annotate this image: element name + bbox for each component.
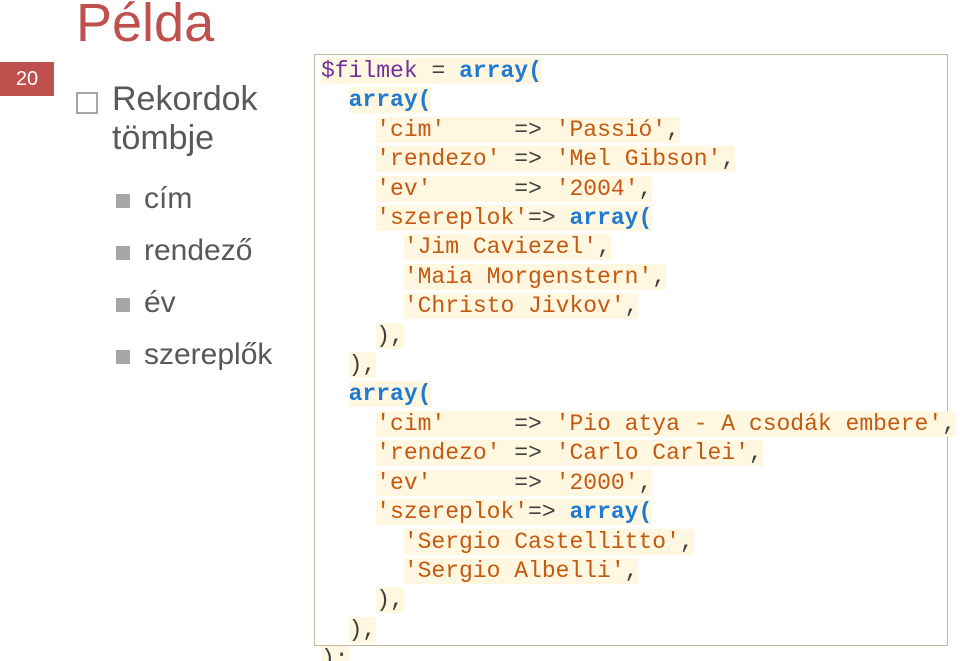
code-keyword: array( bbox=[569, 205, 652, 231]
code-keyword: array( bbox=[349, 87, 432, 113]
code-key: 'ev' bbox=[376, 176, 431, 202]
slide: Példa 20 Rekordok tömbje cím rendező év … bbox=[0, 0, 960, 661]
code-close: ), bbox=[376, 587, 404, 613]
bullet-level2: cím bbox=[116, 182, 306, 216]
code-close: ), bbox=[349, 617, 377, 643]
filled-square-bullet-icon bbox=[116, 298, 130, 312]
code-key: 'szereplok' bbox=[376, 205, 528, 231]
bullet-level2-text: cím bbox=[144, 182, 192, 216]
code-value: '2004' bbox=[556, 176, 639, 202]
slide-number-badge: 20 bbox=[0, 62, 54, 96]
code-value: 'Pio atya - A csodák embere' bbox=[556, 411, 942, 437]
filled-square-bullet-icon bbox=[116, 246, 130, 260]
code-arrow: => bbox=[528, 499, 556, 525]
code-keyword: array( bbox=[569, 499, 652, 525]
bullet-level2-text: szereplők bbox=[144, 338, 272, 372]
code-value: 'Carlo Carlei' bbox=[556, 440, 749, 466]
code-value: 'Sergio Albelli' bbox=[404, 558, 625, 584]
code-pre: $filmek = array( array( 'cim' => 'Passió… bbox=[321, 57, 941, 661]
code-key: 'rendezo' bbox=[376, 146, 500, 172]
code-keyword: array( bbox=[349, 381, 432, 407]
code-arrow: => bbox=[514, 411, 542, 437]
filled-square-bullet-icon bbox=[116, 350, 130, 364]
code-arrow: => bbox=[528, 205, 556, 231]
code-key: 'cim' bbox=[376, 411, 445, 437]
code-value: 'Passió' bbox=[556, 117, 666, 143]
bullet-level1: Rekordok tömbje bbox=[76, 80, 306, 158]
code-close: ), bbox=[349, 352, 377, 378]
code-value: 'Sergio Castellitto' bbox=[404, 529, 680, 555]
code-arrow: => bbox=[514, 470, 542, 496]
code-value: 'Maia Morgenstern' bbox=[404, 264, 652, 290]
page-title: Példa bbox=[76, 0, 214, 54]
code-key: 'szereplok' bbox=[376, 499, 528, 525]
bullet-level2: év bbox=[116, 286, 306, 320]
bullet-level1-text: Rekordok tömbje bbox=[112, 80, 306, 158]
code-arrow: => bbox=[514, 146, 542, 172]
code-end: ); bbox=[321, 646, 349, 661]
outline-list: Rekordok tömbje cím rendező év szereplők bbox=[76, 80, 306, 390]
bullet-level2: rendező bbox=[116, 234, 306, 268]
code-key: 'cim' bbox=[376, 117, 445, 143]
code-arrow: => bbox=[514, 176, 542, 202]
code-value: 'Christo Jivkov' bbox=[404, 293, 625, 319]
code-key: 'rendezo' bbox=[376, 440, 500, 466]
code-arrow: => bbox=[514, 117, 542, 143]
filled-square-bullet-icon bbox=[116, 194, 130, 208]
code-arrow: => bbox=[514, 440, 542, 466]
bullet-level2-text: év bbox=[144, 286, 176, 320]
code-close: ), bbox=[376, 323, 404, 349]
code-value: 'Mel Gibson' bbox=[556, 146, 722, 172]
bullet-level2-text: rendező bbox=[144, 234, 252, 268]
code-key: 'ev' bbox=[376, 470, 431, 496]
square-bullet-icon bbox=[76, 92, 98, 114]
code-value: '2000' bbox=[556, 470, 639, 496]
code-keyword: array( bbox=[459, 58, 542, 84]
code-var: $filmek bbox=[321, 58, 418, 84]
bullet-level2: szereplők bbox=[116, 338, 306, 372]
code-value: 'Jim Caviezel' bbox=[404, 234, 597, 260]
code-block: $filmek = array( array( 'cim' => 'Passió… bbox=[314, 54, 948, 646]
